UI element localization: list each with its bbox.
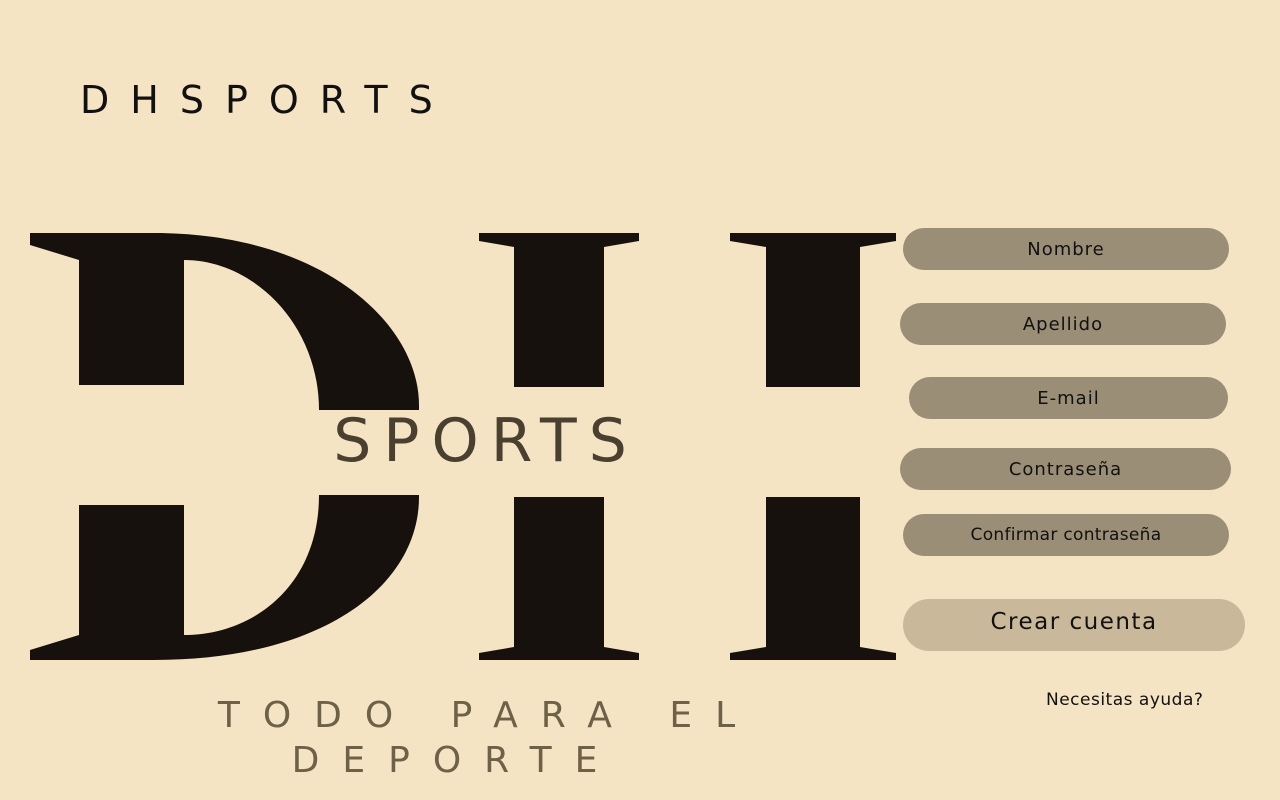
brand-title: DHSPORTS (80, 78, 454, 122)
first-name-input[interactable] (903, 228, 1229, 270)
email-input[interactable] (909, 377, 1228, 419)
help-link[interactable]: Necesitas ayuda? (1046, 690, 1203, 710)
logo-tagline-line1: TODO PARA EL (217, 695, 758, 736)
logo-letter-h-right (730, 233, 896, 660)
last-name-input[interactable] (900, 303, 1226, 345)
email-field[interactable] (909, 377, 1228, 419)
dhsports-logo-icon: SPORTS TODO PARA EL DEPORTE (30, 233, 896, 781)
dhsports-logo: SPORTS TODO PARA EL DEPORTE (24, 205, 904, 800)
confirm-password-field[interactable] (903, 514, 1229, 556)
first-name-field[interactable] (903, 228, 1229, 270)
last-name-field[interactable] (900, 303, 1226, 345)
logo-tagline-line2: DEPORTE (292, 740, 621, 781)
create-account-button[interactable]: Crear cuenta (903, 599, 1245, 651)
logo-wordmark: SPORTS (333, 406, 639, 476)
password-field[interactable] (900, 448, 1231, 490)
confirm-password-input[interactable] (903, 514, 1229, 556)
password-input[interactable] (900, 448, 1231, 490)
